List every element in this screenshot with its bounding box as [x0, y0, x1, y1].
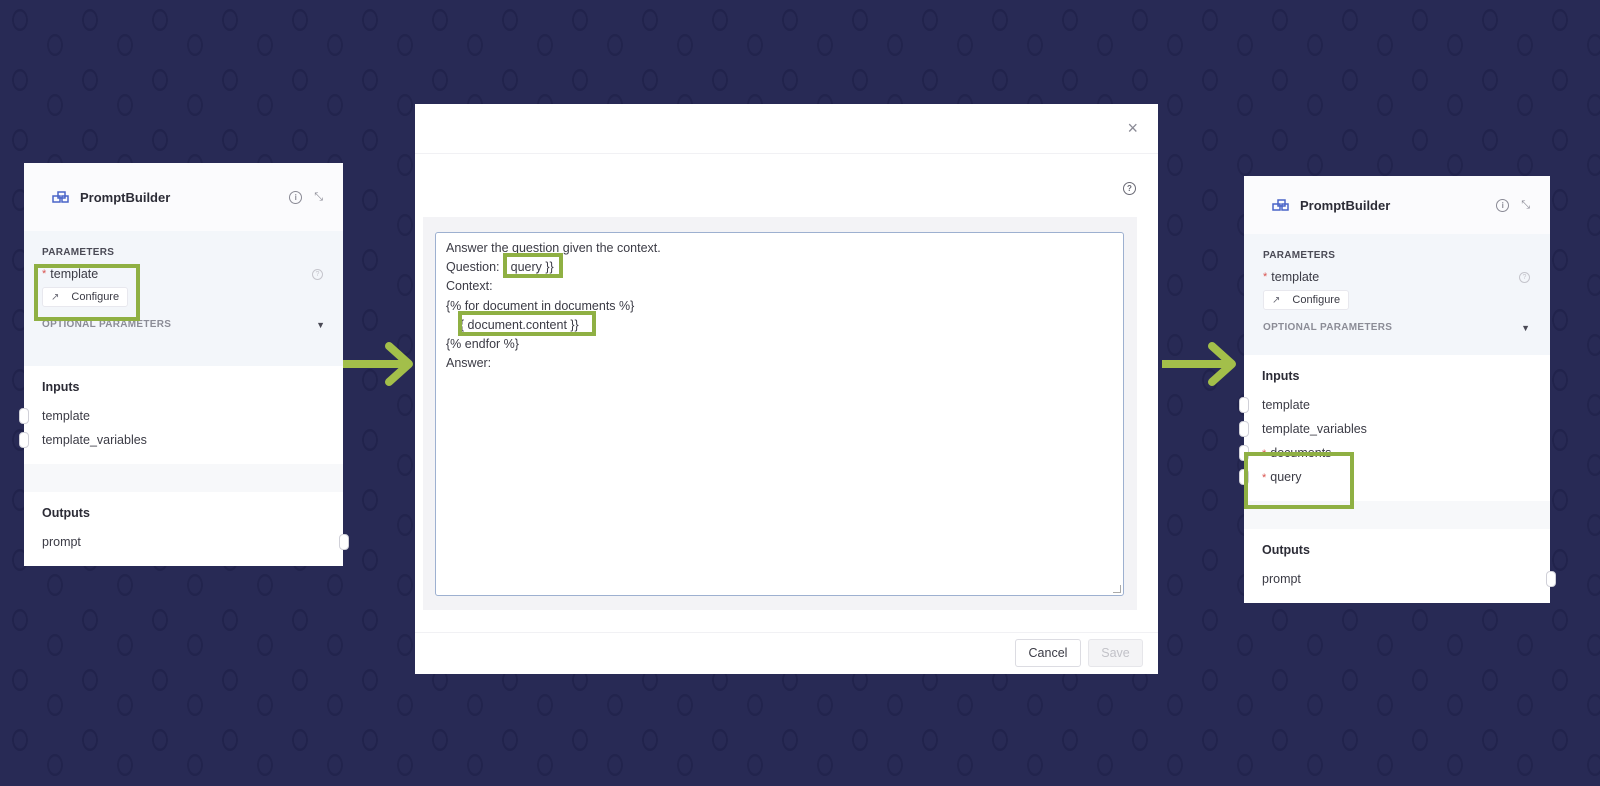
- configure-label: Configure: [71, 291, 120, 303]
- input-name: template_variables: [1262, 422, 1367, 436]
- param-template: * template ?: [1263, 270, 1530, 284]
- optional-parameters-toggle[interactable]: OPTIONAL PARAMETERS ▼: [42, 319, 325, 330]
- input-name: template_variables: [42, 433, 147, 447]
- input-handle[interactable]: [1239, 469, 1249, 485]
- input-item: template_variables: [1239, 417, 1532, 441]
- node-header: PromptBuilder i ⤡: [1244, 176, 1550, 234]
- inputs-title: Inputs: [42, 380, 80, 394]
- output-handle[interactable]: [1546, 571, 1556, 587]
- inputs-title: Inputs: [1262, 369, 1300, 383]
- inputs-section: Inputs template template_variables: [19, 366, 343, 464]
- resize-handle[interactable]: [1113, 585, 1121, 593]
- prompt-builder-node-before: PromptBuilder i ⤡ PARAMETERS * template …: [19, 163, 349, 566]
- modal-footer: Cancel Save: [415, 632, 1158, 674]
- template-line: {% endfor %}: [446, 337, 519, 352]
- optional-parameters-toggle[interactable]: OPTIONAL PARAMETERS ▼: [1263, 322, 1530, 333]
- configure-button[interactable]: ↗ Configure: [42, 287, 129, 307]
- caret-down-icon: ▼: [316, 319, 325, 330]
- output-name: prompt: [42, 535, 81, 549]
- input-item: * query: [1239, 465, 1532, 489]
- outputs-section: Outputs prompt: [1244, 529, 1556, 603]
- modal-header: ×: [415, 104, 1158, 154]
- arrow-right-icon: [1162, 342, 1236, 386]
- cancel-button[interactable]: Cancel: [1015, 639, 1081, 667]
- save-button[interactable]: Save: [1088, 639, 1143, 667]
- input-name: query: [1270, 470, 1302, 484]
- input-name: template: [1262, 398, 1310, 412]
- configure-button[interactable]: ↗ Configure: [1263, 290, 1350, 310]
- output-item: prompt: [42, 530, 349, 554]
- input-handle[interactable]: [1239, 421, 1249, 437]
- component-icon: [52, 190, 70, 204]
- caret-down-icon: ▼: [1521, 322, 1530, 333]
- parameters-label: PARAMETERS: [1263, 250, 1336, 261]
- info-icon[interactable]: i: [289, 190, 303, 204]
- collapse-icon[interactable]: ⤡: [1521, 199, 1530, 212]
- help-icon[interactable]: ?: [1123, 182, 1136, 195]
- external-link-icon: ↗: [51, 291, 60, 303]
- node-title: PromptBuilder: [1300, 197, 1391, 213]
- divider: [1244, 501, 1550, 529]
- component-icon: [1272, 198, 1290, 212]
- template-line: Answer the question given the context.: [446, 241, 661, 255]
- input-item: * documents: [1239, 441, 1532, 465]
- divider: [24, 352, 343, 366]
- output-item: prompt: [1262, 567, 1556, 591]
- param-template: * template ?: [42, 267, 325, 281]
- input-handle[interactable]: [1239, 445, 1249, 461]
- parameters-section: PARAMETERS * template ? ↗ Configure OPTI…: [24, 231, 343, 352]
- outputs-section: Outputs prompt: [24, 492, 349, 566]
- inputs-section: Inputs template template_variables * docu…: [1239, 355, 1550, 501]
- template-line: Question: { query }}: [446, 260, 554, 275]
- required-marker: *: [42, 268, 47, 280]
- input-handle[interactable]: [19, 408, 29, 424]
- output-name: prompt: [1262, 572, 1301, 586]
- param-name: template: [1271, 270, 1320, 284]
- node-header: PromptBuilder i ⤡: [24, 163, 343, 231]
- parameters-label: PARAMETERS: [42, 247, 115, 258]
- input-name: documents: [1270, 446, 1332, 460]
- configure-label: Configure: [1292, 294, 1341, 306]
- input-item: template_variables: [19, 428, 325, 452]
- close-icon[interactable]: ×: [1127, 118, 1138, 139]
- outputs-title: Outputs: [1262, 543, 1310, 557]
- required-marker: *: [1262, 448, 1267, 460]
- help-icon[interactable]: ?: [1519, 271, 1530, 283]
- input-item: template: [19, 404, 325, 428]
- optional-parameters-label: OPTIONAL PARAMETERS: [42, 319, 172, 330]
- external-link-icon: ↗: [1272, 294, 1281, 306]
- template-line: Answer:: [446, 356, 492, 371]
- arrow-right-icon: [343, 342, 413, 386]
- input-handle[interactable]: [19, 432, 29, 448]
- template-line: {% for document in documents %}: [446, 298, 635, 313]
- help-icon[interactable]: ?: [312, 268, 323, 280]
- template-textarea[interactable]: Answer the question given the context. Q…: [435, 232, 1124, 596]
- node-title: PromptBuilder: [80, 189, 171, 205]
- optional-parameters-label: OPTIONAL PARAMETERS: [1263, 322, 1393, 333]
- outputs-title: Outputs: [42, 506, 90, 520]
- param-name: template: [50, 267, 99, 281]
- template-line: Context:: [446, 279, 493, 294]
- required-marker: *: [1263, 271, 1268, 283]
- template-editor-modal: × ? Answer the question given the contex…: [415, 104, 1158, 674]
- required-marker: *: [1262, 472, 1267, 484]
- info-icon[interactable]: i: [1496, 198, 1510, 212]
- template-line: { document.content }}: [446, 317, 579, 332]
- prompt-builder-node-after: PromptBuilder i ⤡ PARAMETERS * template …: [1239, 176, 1556, 603]
- output-handle[interactable]: [339, 534, 349, 550]
- input-item: template: [1239, 393, 1532, 417]
- collapse-icon[interactable]: ⤡: [314, 191, 323, 204]
- divider: [24, 464, 343, 492]
- parameters-section: PARAMETERS * template ? ↗ Configure OPTI…: [1244, 234, 1550, 355]
- input-handle[interactable]: [1239, 397, 1249, 413]
- editor-container: Answer the question given the context. Q…: [423, 217, 1137, 610]
- input-name: template: [42, 409, 90, 423]
